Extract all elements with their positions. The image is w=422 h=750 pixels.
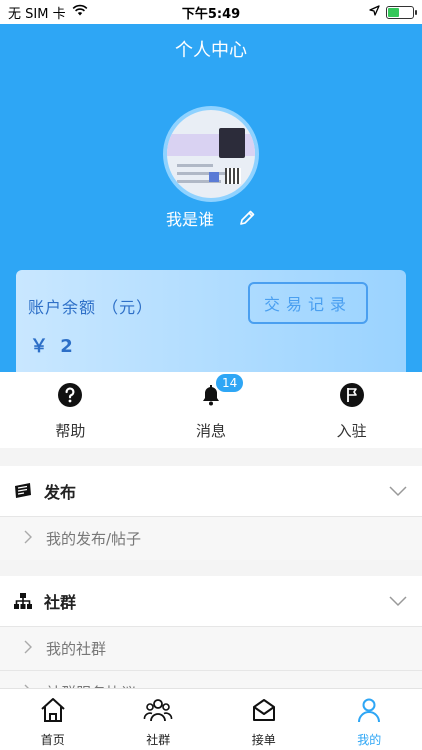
profile-header: 无 SIM 卡 下午5:49 个人中心 我是谁 账户余额 （元） ￥ 2 交易记… [0, 0, 422, 372]
tab-home-label: 首页 [40, 733, 65, 747]
tab-community[interactable]: 社群 [106, 689, 212, 750]
publish-icon [12, 480, 34, 502]
org-chart-icon [12, 590, 34, 612]
chevron-down-icon [388, 482, 408, 501]
my-communities-item[interactable]: 我的社群 [0, 626, 422, 670]
quick-actions: 帮助 消息 入驻 14 [0, 372, 422, 448]
my-posts-label: 我的发布/帖子 [46, 530, 142, 548]
tab-orders-label: 接单 [251, 733, 276, 747]
tab-community-label: 社群 [146, 733, 171, 747]
transactions-button[interactable]: 交易记录 [248, 282, 368, 324]
publish-section-title: 发布 [44, 483, 77, 502]
balance-card: 账户余额 （元） ￥ 2 交易记录 [16, 270, 406, 372]
page-title: 个人中心 [175, 40, 247, 61]
messages-action[interactable]: 消息 [141, 372, 282, 448]
carrier-text: 无 SIM 卡 [8, 6, 66, 22]
avatar[interactable] [163, 106, 259, 202]
settle-in-label: 入驻 [336, 422, 367, 440]
tab-me-label: 我的 [357, 733, 382, 747]
chevron-right-icon [24, 529, 32, 548]
tab-me[interactable]: 我的 [317, 689, 422, 750]
flag-icon [339, 382, 365, 408]
chevron-right-icon [24, 639, 32, 658]
edit-icon[interactable] [238, 209, 256, 227]
home-icon [39, 697, 67, 727]
help-label: 帮助 [55, 422, 86, 440]
tab-home[interactable]: 首页 [0, 689, 106, 750]
group-icon [143, 697, 173, 727]
balance-label: 账户余额 （元） [28, 298, 154, 317]
messages-label: 消息 [196, 422, 227, 440]
community-section-title: 社群 [44, 593, 77, 612]
publish-section-header[interactable]: 发布 [0, 466, 422, 516]
settle-in-action[interactable]: 入驻 [281, 372, 422, 448]
balance-value: ￥ 2 [30, 336, 76, 357]
message-count-badge: 14 [216, 374, 244, 392]
wifi-icon [72, 4, 88, 20]
person-icon [355, 697, 383, 727]
help-icon [57, 382, 83, 408]
battery-icon [386, 5, 417, 19]
my-communities-label: 我的社群 [46, 640, 107, 658]
community-section-header[interactable]: 社群 [0, 576, 422, 626]
help-action[interactable]: 帮助 [0, 372, 141, 448]
chevron-down-icon [388, 592, 408, 611]
my-posts-item[interactable]: 我的发布/帖子 [0, 516, 422, 560]
inbox-icon [250, 697, 278, 727]
tab-orders[interactable]: 接单 [211, 689, 317, 750]
location-icon [369, 4, 380, 20]
user-name: 我是谁 [165, 210, 214, 229]
status-bar: 无 SIM 卡 下午5:49 [0, 0, 422, 24]
tab-bar: 首页 社群 接单 我的 [0, 688, 422, 750]
